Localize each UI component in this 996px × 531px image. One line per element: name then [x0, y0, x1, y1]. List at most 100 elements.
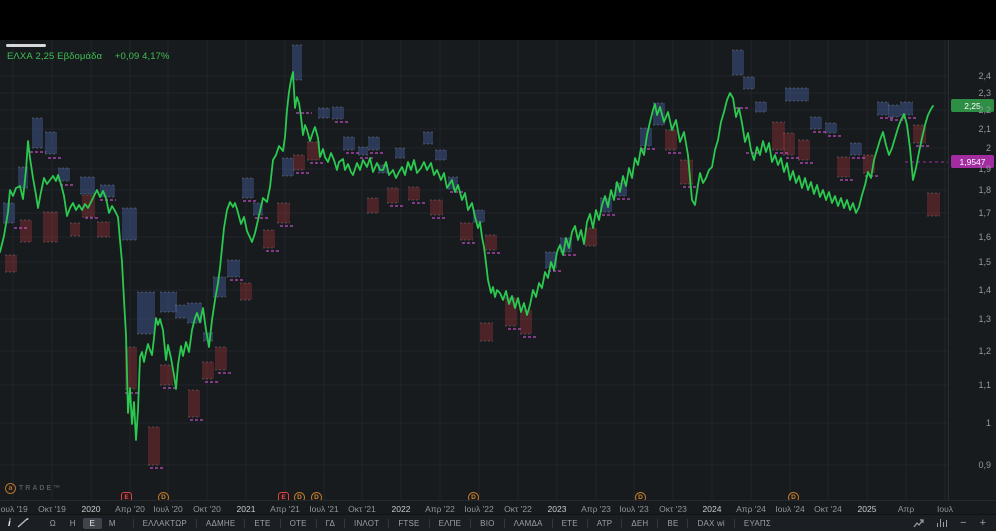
dividend-marker-icon[interactable]: D [158, 492, 169, 500]
compare-candle-up [282, 158, 294, 176]
time-axis-label: Ιουλ '22 [464, 504, 494, 514]
legend-symbol[interactable]: ΕΛΧΑ [7, 51, 33, 62]
compare-candle-up [358, 147, 368, 155]
watchlist-ticker[interactable]: ΛΑΜΔΑ [503, 518, 552, 528]
dividend-marker-icon[interactable]: D [635, 492, 646, 500]
price-axis-label: 1,8 [978, 185, 991, 195]
dividend-marker-icon[interactable]: D [468, 492, 479, 500]
zoom-in-button[interactable]: + [980, 518, 986, 529]
earnings-marker-icon[interactable]: E [278, 492, 289, 500]
compare-candle-down [585, 228, 597, 246]
watchlist-ticker[interactable]: FTSE [388, 518, 428, 528]
compare-candle-up [213, 277, 226, 297]
interval-button-Μ[interactable]: Μ [102, 518, 123, 529]
compare-candle-down [97, 222, 110, 237]
interval-switcher: ΩΗΕΜ [43, 517, 123, 529]
time-axis-label: Απρ [897, 504, 915, 514]
compare-candle-down [460, 223, 473, 240]
interval-button-Ε[interactable]: Ε [82, 517, 102, 529]
price-axis-label: 2 [985, 143, 991, 153]
time-axis-label: 2020 [81, 504, 101, 514]
compare-candle-down [430, 200, 443, 215]
compare-candle-down [263, 230, 275, 248]
price-axis-label: 2,2 [978, 105, 991, 115]
legend-interval: Εβδομάδα [57, 51, 103, 62]
scrollbar-thumb[interactable] [6, 44, 46, 47]
compare-candle-up [137, 292, 155, 334]
time-axis-label: 2021 [236, 504, 256, 514]
time-axis-label: Οκτ '20 [193, 504, 221, 514]
watchlist-ticker[interactable]: ΒΕ [657, 518, 687, 528]
time-axis-label: 2024 [702, 504, 722, 514]
drawing-tool-icon[interactable] [17, 518, 29, 528]
watchlist-ticker[interactable]: DAX wi [687, 518, 733, 528]
interval-button-Η[interactable]: Η [63, 518, 83, 529]
watchlist-ticker[interactable]: ΕΥΑΠΣ [733, 518, 780, 528]
watchlist-ticker[interactable]: ΑΔΜΗΕ [195, 518, 244, 528]
price-axis-label: 1 [985, 418, 991, 428]
compare-candle-up [825, 123, 837, 133]
time-axis[interactable]: Ιουλ '19 Οκτ '19 2020 Απρ '20 Ιουλ '20 Οκτ '2… [0, 500, 996, 515]
compare-candle-up [743, 77, 755, 89]
broker-watermark-text: TRADE™ [19, 485, 63, 492]
time-axis-label: Οκτ '23 [659, 504, 687, 514]
chart-corner-controls: − + [913, 518, 996, 529]
broker-logo-icon: a [5, 483, 16, 494]
price-axis-label: 2,3 [978, 88, 991, 98]
watchlist-ticker[interactable]: ΕΤΕ [551, 518, 587, 528]
time-axis-label: Ιουλ '23 [619, 504, 649, 514]
symbol-legend[interactable]: ΕΛΧΑ 2,25 Εβδομάδα +0,09 4,17% [7, 51, 170, 62]
compare-candle-up [850, 143, 862, 155]
compare-candle-up [435, 150, 447, 160]
interval-button-Ω[interactable]: Ω [43, 518, 63, 529]
watchlist-ticker[interactable]: ΕΛΠΕ [428, 518, 471, 528]
watchlist-ticker[interactable]: ΔΕΗ [621, 518, 657, 528]
time-axis-label: Οκτ '22 [504, 504, 532, 514]
compare-candle-up [877, 102, 889, 115]
broker-watermark: a TRADE™ [5, 483, 62, 494]
compare-candle-down [20, 220, 32, 242]
compare-candle-down [70, 223, 80, 236]
price-axis-label: 1,1 [978, 380, 991, 390]
compare-candle-up [318, 108, 330, 118]
dividend-marker-icon[interactable]: D [311, 492, 322, 500]
watchlist-ticker[interactable]: ΕΛΛΑΚΤΩΡ [132, 518, 196, 528]
compare-candle-up [732, 50, 744, 75]
compare-candle-down [927, 193, 940, 216]
legend-change-pct: 4,17% [142, 51, 170, 62]
watchlist-ticker[interactable]: ΙΝΛΟΤ [344, 518, 388, 528]
chart-pane[interactable]: ΕΛΧΑ 2,25 Εβδομάδα +0,09 4,17% EDEDDDDD … [0, 40, 948, 500]
zoom-out-button[interactable]: − [960, 518, 966, 529]
watchlist-ticker[interactable]: ΕΤΕ [244, 518, 279, 528]
compare-candle-up [368, 137, 380, 150]
watchlist-ticker[interactable]: ΟΤΕ [279, 518, 316, 528]
maximize-icon[interactable] [913, 518, 924, 528]
volume-bars-icon[interactable] [936, 519, 948, 527]
dividend-marker-icon[interactable]: D [788, 492, 799, 500]
watchlist-ticker[interactable]: ΑΤΡ [586, 518, 622, 528]
price-axis-label: 1,4 [978, 285, 991, 295]
price-axis[interactable]: 2,25 1,9547 2,4 2,3 2,2 2,1 2 1,9 1,8 1,7 1,6 1,5… [948, 40, 996, 500]
compare-candle-up [343, 137, 355, 150]
info-icon[interactable]: i [8, 518, 11, 529]
compare-candle-up [80, 177, 95, 194]
watchlist-ticker[interactable]: ΒΙΟ [470, 518, 503, 528]
earnings-marker-icon[interactable]: E [121, 492, 132, 500]
compare-candle-down [480, 323, 493, 341]
watchlist-ticker[interactable]: ΓΔ [315, 518, 344, 528]
compare-candle-down [798, 140, 810, 160]
price-chart-canvas[interactable] [0, 40, 948, 500]
compare-candle-down [277, 203, 290, 223]
legend-change-abs: +0,09 [114, 51, 140, 62]
compare-candle-down [485, 235, 497, 250]
time-axis-label: Οκτ '21 [348, 504, 376, 514]
time-axis-label: Ιουλ '21 [309, 504, 339, 514]
compare-candle-up [175, 305, 187, 318]
event-markers-row: EDEDDDDD [0, 492, 948, 500]
time-axis-label: Οκτ '19 [38, 504, 66, 514]
compare-candle-down [387, 188, 399, 203]
compare-candle-up [785, 88, 797, 101]
time-axis-label: Απρ '22 [425, 504, 455, 514]
dividend-marker-icon[interactable]: D [294, 492, 305, 500]
time-axis-label: Απρ '20 [115, 504, 145, 514]
